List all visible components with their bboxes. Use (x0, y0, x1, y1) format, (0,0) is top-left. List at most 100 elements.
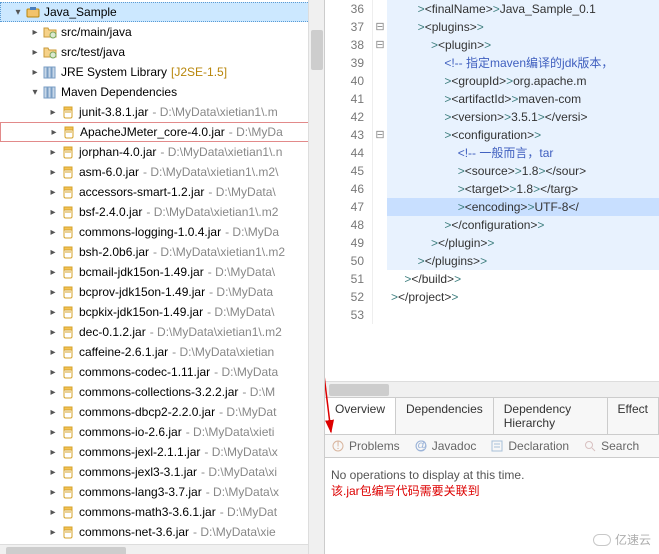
chevron-right-icon[interactable]: ▸ (46, 267, 60, 278)
jar-node[interactable]: ▸bcpkix-jdk15on-1.49.jar - D:\MyData\ (0, 302, 324, 322)
code-line[interactable]: 45 ><source>>1.8></sour> (325, 162, 659, 180)
code-content[interactable]: ></build>> (387, 270, 659, 288)
chevron-right-icon[interactable]: ▸ (46, 307, 60, 318)
code-content[interactable]: ></plugins>> (387, 252, 659, 270)
code-line[interactable]: 52></project>> (325, 288, 659, 306)
jar-node[interactable]: ▸accessors-smart-1.2.jar - D:\MyData\ (0, 182, 324, 202)
chevron-down-icon[interactable]: ▾ (11, 7, 25, 18)
chevron-right-icon[interactable]: ▸ (46, 407, 60, 418)
code-line[interactable]: 41 ><artifactId>>maven-com (325, 90, 659, 108)
code-content[interactable]: ><source>>1.8></sour> (387, 162, 659, 180)
chevron-right-icon[interactable]: ▸ (46, 527, 60, 538)
jar-node[interactable]: ▸commons-dbcp2-2.2.0.jar - D:\MyDat (0, 402, 324, 422)
code-line[interactable]: 42 ><version>>3.5.1></versi> (325, 108, 659, 126)
code-content[interactable]: ></configuration>> (387, 216, 659, 234)
jar-node[interactable]: ▸commons-lang3-3.7.jar - D:\MyData\x (0, 482, 324, 502)
jar-node[interactable]: ▸caffeine-2.6.1.jar - D:\MyData\xietian (0, 342, 324, 362)
chevron-right-icon[interactable]: ▸ (46, 167, 60, 178)
chevron-down-icon[interactable]: ▾ (28, 87, 42, 98)
src-test-folder[interactable]: ▸ src/test/java (0, 42, 324, 62)
chevron-right-icon[interactable]: ▸ (46, 507, 60, 518)
jar-node[interactable]: ▸asm-6.0.jar - D:\MyData\xietian1\.m2\ (0, 162, 324, 182)
code-content[interactable]: ><target>>1.8></targ> (387, 180, 659, 198)
jar-node[interactable]: ▸bcprov-jdk15on-1.49.jar - D:\MyData (0, 282, 324, 302)
editor-horizontal-scrollbar[interactable] (325, 381, 659, 397)
jre-library-node[interactable]: ▸ JRE System Library [J2SE-1.5] (0, 62, 324, 82)
code-content[interactable]: ><plugins>> (387, 18, 659, 36)
code-line[interactable]: 36 ><finalName>>Java_Sample_0.1 (325, 0, 659, 18)
code-line[interactable]: 39 <!-- 指定maven编译的jdk版本， (325, 54, 659, 72)
chevron-right-icon[interactable]: ▸ (46, 247, 60, 258)
fold-toggle[interactable]: ⊟ (373, 18, 387, 36)
code-content[interactable]: ><groupId>>org.apache.m (387, 72, 659, 90)
view-search[interactable]: Search (583, 439, 639, 453)
code-content[interactable]: ><encoding>>UTF-8</ (387, 198, 659, 216)
code-line[interactable]: 40 ><groupId>>org.apache.m (325, 72, 659, 90)
jar-node[interactable]: ▸dec-0.1.2.jar - D:\MyData\xietian1\.m2 (0, 322, 324, 342)
fold-toggle[interactable]: ⊟ (373, 126, 387, 144)
vertical-scrollbar[interactable] (308, 0, 324, 554)
code-content[interactable]: <!-- 指定maven编译的jdk版本， (387, 54, 659, 72)
pom-editor-tabs[interactable]: OverviewDependenciesDependency Hierarchy… (325, 397, 659, 435)
chevron-right-icon[interactable]: ▸ (28, 47, 42, 58)
jar-node[interactable]: ▸commons-jexl-2.1.1.jar - D:\MyData\x (0, 442, 324, 462)
pom-tab-dependencies[interactable]: Dependencies (396, 398, 494, 434)
chevron-right-icon[interactable]: ▸ (46, 367, 60, 378)
code-line[interactable]: 50 ></plugins>> (325, 252, 659, 270)
chevron-right-icon[interactable]: ▸ (46, 487, 60, 498)
code-content[interactable]: ><plugin>> (387, 36, 659, 54)
code-content[interactable]: ></plugin>> (387, 234, 659, 252)
code-line[interactable]: 44 <!-- 一般而言，tar (325, 144, 659, 162)
chevron-right-icon[interactable]: ▸ (46, 327, 60, 338)
jar-node[interactable]: ▸ApacheJMeter_core-4.0.jar - D:\MyDa (0, 122, 324, 142)
package-explorer[interactable]: ▾ Java_Sample ▸ src/main/java ▸ src/test… (0, 0, 325, 554)
view-javadoc[interactable]: @ Javadoc (414, 439, 477, 453)
code-content[interactable]: ><configuration>> (387, 126, 659, 144)
jar-node[interactable]: ▸junit-3.8.1.jar - D:\MyData\xietian1\.m (0, 102, 324, 122)
maven-dependencies-node[interactable]: ▾ Maven Dependencies (0, 82, 324, 102)
pom-tab-dependency-hierarchy[interactable]: Dependency Hierarchy (494, 398, 608, 434)
code-line[interactable]: 43⊟ ><configuration>> (325, 126, 659, 144)
project-node[interactable]: ▾ Java_Sample (0, 2, 324, 22)
chevron-right-icon[interactable]: ▸ (46, 107, 60, 118)
code-line[interactable]: 37⊟ ><plugins>> (325, 18, 659, 36)
views-toolbar[interactable]: ! Problems @ Javadoc Declaration Search (325, 435, 659, 458)
jar-node[interactable]: ▸bsh-2.0b6.jar - D:\MyData\xietian1\.m2 (0, 242, 324, 262)
chevron-right-icon[interactable]: ▸ (46, 287, 60, 298)
pom-tab-overview[interactable]: Overview (325, 398, 396, 434)
pom-tab-effect[interactable]: Effect (608, 398, 659, 434)
pom-editor[interactable]: 36 ><finalName>>Java_Sample_0.137⊟ ><plu… (325, 0, 659, 381)
chevron-right-icon[interactable]: ▸ (46, 147, 60, 158)
project-tree[interactable]: ▾ Java_Sample ▸ src/main/java ▸ src/test… (0, 0, 324, 544)
jar-node[interactable]: ▸commons-logging-1.0.4.jar - D:\MyDa (0, 222, 324, 242)
jar-node[interactable]: ▸commons-codec-1.11.jar - D:\MyData (0, 362, 324, 382)
jar-node[interactable]: ▸jorphan-4.0.jar - D:\MyData\xietian1\.n (0, 142, 324, 162)
chevron-right-icon[interactable]: ▸ (46, 227, 60, 238)
chevron-right-icon[interactable]: ▸ (47, 127, 61, 138)
code-line[interactable]: 48 ></configuration>> (325, 216, 659, 234)
chevron-right-icon[interactable]: ▸ (28, 67, 42, 78)
code-line[interactable]: 38⊟ ><plugin>> (325, 36, 659, 54)
jar-node[interactable]: ▸commons-math3-3.6.1.jar - D:\MyDat (0, 502, 324, 522)
code-content[interactable]: ><artifactId>>maven-com (387, 90, 659, 108)
code-content[interactable]: ><version>>3.5.1></versi> (387, 108, 659, 126)
code-line[interactable]: 51 ></build>> (325, 270, 659, 288)
jar-node[interactable]: ▸bcmail-jdk15on-1.49.jar - D:\MyData\ (0, 262, 324, 282)
jar-node[interactable]: ▸commons-collections-3.2.2.jar - D:\M (0, 382, 324, 402)
code-line[interactable]: 53 (325, 306, 659, 324)
fold-toggle[interactable]: ⊟ (373, 36, 387, 54)
code-content[interactable]: ><finalName>>Java_Sample_0.1 (387, 0, 659, 18)
src-main-folder[interactable]: ▸ src/main/java (0, 22, 324, 42)
chevron-right-icon[interactable]: ▸ (46, 207, 60, 218)
chevron-right-icon[interactable]: ▸ (28, 27, 42, 38)
chevron-right-icon[interactable]: ▸ (46, 447, 60, 458)
horizontal-scrollbar[interactable] (0, 544, 324, 554)
view-problems[interactable]: ! Problems (331, 439, 400, 453)
jar-node[interactable]: ▸commons-net-3.6.jar - D:\MyData\xie (0, 522, 324, 542)
chevron-right-icon[interactable]: ▸ (46, 427, 60, 438)
jar-node[interactable]: ▸commons-jexl3-3.1.jar - D:\MyData\xi (0, 462, 324, 482)
code-content[interactable]: ></project>> (387, 288, 659, 306)
code-content[interactable]: <!-- 一般而言，tar (387, 144, 659, 162)
code-line[interactable]: 47 ><encoding>>UTF-8</ (325, 198, 659, 216)
chevron-right-icon[interactable]: ▸ (46, 467, 60, 478)
